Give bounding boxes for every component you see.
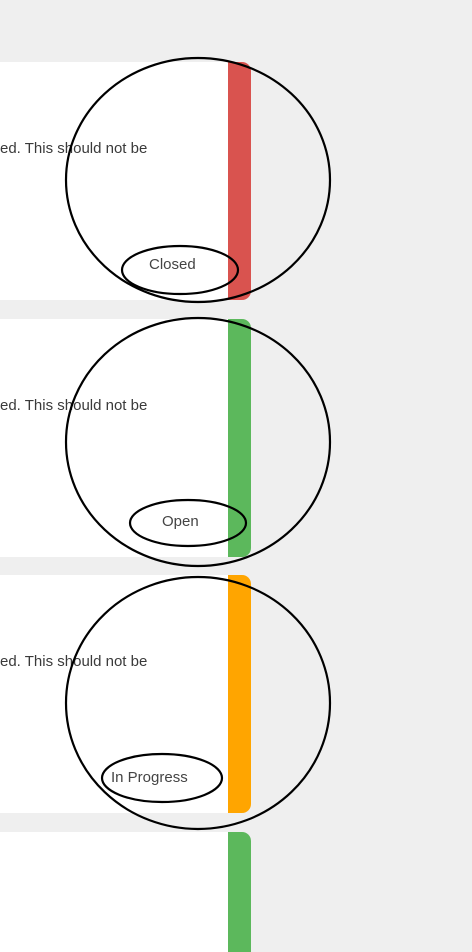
status-indicator-closed [228, 62, 251, 300]
status-indicator-open [228, 319, 251, 557]
status-indicator-in-progress [228, 575, 251, 813]
status-label-open: Open [162, 513, 199, 530]
ticket-description: ed. This should not be [0, 653, 148, 670]
status-indicator-open [228, 832, 251, 952]
ticket-description: ed. This should not be [0, 397, 148, 414]
ticket-description: ed. This should not be [0, 140, 148, 157]
ticket-card-4[interactable] [0, 832, 228, 952]
status-label-closed: Closed [149, 256, 196, 273]
status-label-in-progress: In Progress [111, 769, 188, 786]
